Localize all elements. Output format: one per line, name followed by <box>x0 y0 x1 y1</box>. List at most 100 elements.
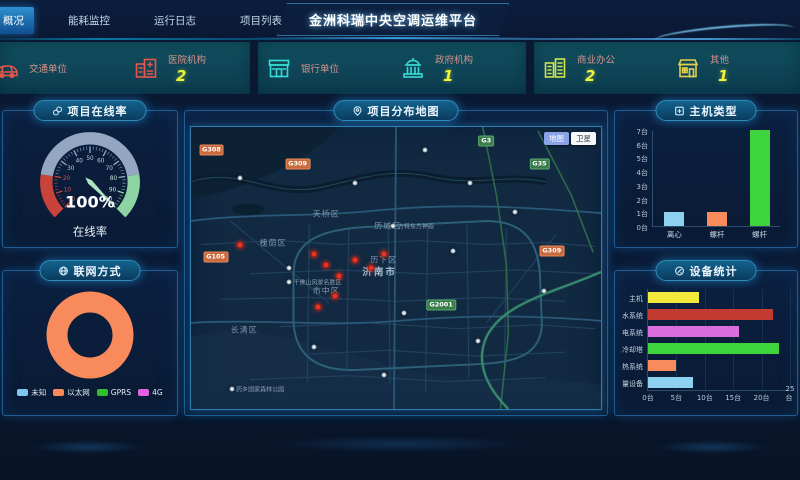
stat-label: 其他 <box>710 52 729 66</box>
panel-title: 联网方式 <box>74 263 122 279</box>
map-road-badge: G2001 <box>426 299 455 310</box>
title-underline-glow <box>250 37 540 39</box>
monitor-icon <box>675 106 685 116</box>
nav-tab-logs[interactable]: 运行日志 <box>144 7 206 34</box>
legend-item-以太网[interactable]: 以太网 <box>53 387 90 398</box>
bar-电系统 <box>648 326 739 337</box>
map-project-dot <box>335 273 342 280</box>
bar-离心 <box>664 212 684 226</box>
host-type-panel: 主机类型 离心螺杆螺杆0台1台2台3台4台5台6台7台 <box>614 110 798 248</box>
map-poi-marker <box>238 175 243 180</box>
floor-glow <box>0 420 800 480</box>
legend-item-未知[interactable]: 未知 <box>17 387 46 398</box>
stat-label: 医院机构 <box>168 52 206 66</box>
right-column: 主机类型 离心螺杆螺杆0台1台2台3台4台5台6台7台 设备统计 0台5台10台… <box>614 110 798 416</box>
svg-text:60: 60 <box>97 159 105 165</box>
network-panel-header: 联网方式 <box>40 260 141 281</box>
map-mode-button[interactable]: 地图 <box>544 132 569 145</box>
y-axis-label: 水系统 <box>617 311 643 321</box>
wrench-icon <box>675 266 685 276</box>
globe-icon <box>59 266 69 276</box>
panel-title: 项目分布地图 <box>368 103 440 119</box>
satellite-mode-button[interactable]: 卫星 <box>571 132 596 145</box>
bar-水系统 <box>648 309 773 320</box>
y-axis-label: 量设备 <box>617 379 643 389</box>
map-road-badge: G309 <box>285 158 310 169</box>
x-axis-label: 离心 <box>654 229 694 240</box>
x-axis-label: 螺杆 <box>697 229 737 240</box>
stat-label: 交通单位 <box>29 61 67 75</box>
map-poi-marker <box>287 266 292 271</box>
panel-title: 项目在线率 <box>68 103 128 119</box>
network-donut-chart <box>3 283 177 387</box>
stat-value: 1 <box>710 67 729 85</box>
legend-item-GPRS[interactable]: GPRS <box>97 387 131 398</box>
map-panel-header: 项目分布地图 <box>334 100 459 121</box>
stat-value: 2 <box>577 67 615 85</box>
map-poi-marker <box>402 311 407 316</box>
network-legend: 未知以太网 GPRS 4G <box>3 387 177 398</box>
map-project-dot <box>237 242 244 249</box>
hospital-icon <box>133 55 159 81</box>
map-poi-marker <box>476 339 481 344</box>
stat-traffic: 交通单位 <box>0 42 125 94</box>
legend-item-4G[interactable]: 4G <box>138 387 163 398</box>
svg-text:40: 40 <box>76 159 84 165</box>
map-poi-marker <box>467 181 472 186</box>
nav-tab-overview[interactable]: 概况 <box>0 7 34 34</box>
bank-icon <box>266 55 292 81</box>
link-icon <box>53 106 63 116</box>
map-project-dot <box>323 262 330 269</box>
x-axis-tick: 5台 <box>671 393 682 403</box>
dashboard-root: 概况 能耗监控 运行日志 项目列表 视频监控 金洲科瑞中央空调运维平台 交 <box>0 0 800 480</box>
stat-government: 政府机构 1 <box>392 42 526 94</box>
nav-tab-energy[interactable]: 能耗监控 <box>58 7 120 34</box>
stat-other: 其他 1 <box>667 42 800 94</box>
device-stats-bar-chart: 0台5台10台15台20台25台主机水系统电系统冷却塔热系统量设备 <box>617 285 795 409</box>
pin-icon <box>353 106 363 116</box>
online-rate-panel: 项目在线率 0102030405060708090100100%在线率 <box>2 110 178 248</box>
stats-row: 交通单位 医院机构 2 <box>0 42 800 94</box>
map-district-label: 槐荫区 <box>260 237 287 248</box>
map-road-badge: G309 <box>539 246 564 257</box>
stat-office: 商业办公 2 <box>534 42 667 94</box>
left-column: 项目在线率 0102030405060708090100100%在线率 联网方式… <box>2 110 178 416</box>
y-axis-label: 冷却塔 <box>617 345 643 355</box>
map-district-label: 长清区 <box>231 325 258 336</box>
x-axis-tick: 25台 <box>786 385 795 403</box>
online-rate-gauge: 0102030405060708090100100%在线率 <box>3 121 177 245</box>
device-stats-panel: 设备统计 0台5台10台15台20台25台主机水系统电系统冷却塔热系统量设备 <box>614 270 798 416</box>
stat-value: 2 <box>168 67 206 85</box>
bar-热系统 <box>648 360 676 371</box>
svg-text:在线率: 在线率 <box>73 224 107 238</box>
bar-量设备 <box>648 377 693 388</box>
x-axis-tick: 10台 <box>697 393 713 403</box>
map-road-badge: G35 <box>529 158 549 169</box>
stat-label: 银行单位 <box>301 61 339 75</box>
map-poi-marker <box>422 147 427 152</box>
map-poi-marker <box>541 288 546 293</box>
host-type-panel-header: 主机类型 <box>656 100 757 121</box>
x-axis-tick: 0台 <box>642 393 653 403</box>
office-icon <box>542 55 568 81</box>
main-content: 项目在线率 0102030405060708090100100%在线率 联网方式… <box>0 110 800 416</box>
host-type-bar-chart: 离心螺杆螺杆0台1台2台3台4台5台6台7台 <box>622 125 790 243</box>
panel-title: 主机类型 <box>690 103 738 119</box>
map-project-dot <box>380 250 387 257</box>
x-axis-label: 螺杆 <box>740 229 780 240</box>
svg-text:50: 50 <box>86 156 94 162</box>
map-road-badge: G105 <box>203 251 228 262</box>
bar-螺杆 <box>707 212 727 226</box>
stats-group-2: 银行单位 政府机构 1 <box>258 42 526 94</box>
map-project-dot <box>331 293 338 300</box>
map-poi-marker <box>353 181 358 186</box>
bar-螺杆 <box>750 130 770 226</box>
map-poi-marker: 药乡国家森林公园 <box>229 385 284 394</box>
map-poi-marker <box>381 373 386 378</box>
svg-text:70: 70 <box>106 166 114 172</box>
page-title: 金洲科瑞中央空调运维平台 <box>277 3 509 36</box>
stat-label: 商业办公 <box>577 52 615 66</box>
shop-icon <box>675 55 701 81</box>
car-icon <box>0 55 20 81</box>
y-axis-label: 主机 <box>617 294 643 304</box>
